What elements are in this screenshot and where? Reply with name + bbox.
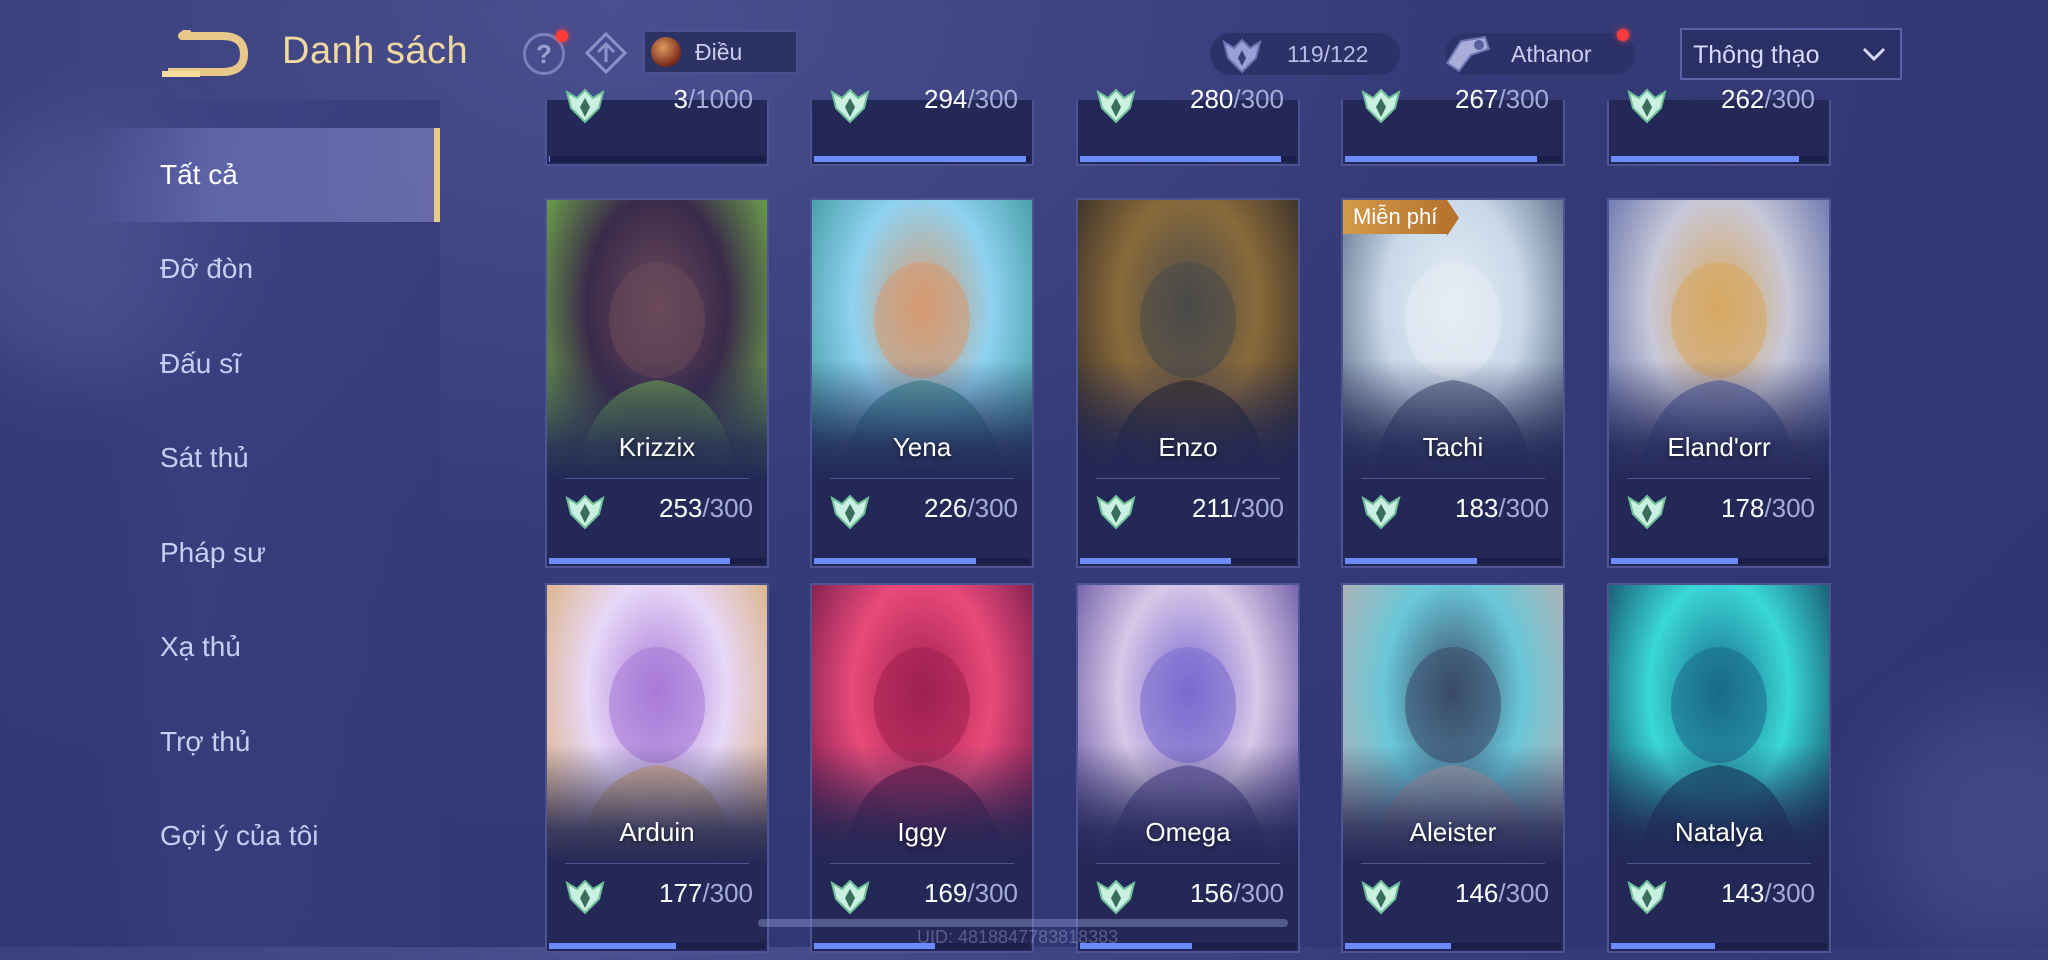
mastery-progress-bar xyxy=(1611,156,1827,162)
mastery-progress-bar xyxy=(814,558,1030,564)
divider xyxy=(565,863,749,864)
hero-card[interactable]: Krizzix 253/300 xyxy=(545,198,769,568)
mastery-icon xyxy=(1625,86,1669,129)
divider xyxy=(830,863,1014,864)
category-tank[interactable]: Đỡ đòn xyxy=(95,222,440,316)
category-recommended[interactable]: Gợi ý của tôi xyxy=(95,789,440,883)
divider xyxy=(1096,478,1280,479)
hero-card[interactable]: Yena 226/300 xyxy=(810,198,1034,568)
divider xyxy=(1361,863,1545,864)
free-badge: Miễn phí xyxy=(1343,200,1460,236)
hero-card-partial[interactable]: 3/1000 xyxy=(545,84,769,166)
mastery-icon xyxy=(1359,877,1403,920)
hero-card[interactable]: Iggy 169/300 xyxy=(810,583,1034,953)
hero-name: Enzo xyxy=(1158,432,1218,462)
mastery-icon xyxy=(563,86,607,129)
category-sidebar: Tất cả Đỡ đòn Đấu sĩ Sát thủ Pháp sư Xạ … xyxy=(95,100,440,947)
mastery-progress-bar xyxy=(1080,156,1296,162)
hero-name: Krizzix xyxy=(618,432,696,462)
hero-card-partial[interactable]: 267/300 xyxy=(1341,84,1565,166)
divider xyxy=(1627,863,1811,864)
back-button[interactable] xyxy=(160,26,248,80)
mastery-icon xyxy=(1094,492,1138,535)
mastery-progress-bar xyxy=(549,943,765,949)
category-all[interactable]: Tất cả xyxy=(95,128,440,222)
hero-name: Yena xyxy=(892,432,952,462)
mastery-progress-bar xyxy=(1080,943,1296,949)
mastery-progress-bar xyxy=(1611,943,1827,949)
mastery-icon xyxy=(828,877,872,920)
mastery-icon xyxy=(1094,877,1138,920)
mastery-icon xyxy=(828,86,872,129)
hero-name: Iggy xyxy=(897,817,947,847)
mastery-score: 146/300 xyxy=(1455,878,1549,908)
mastery-progress-bar xyxy=(549,156,765,162)
mastery-score: 253/300 xyxy=(659,493,753,523)
mastery-score: 177/300 xyxy=(659,878,753,908)
hero-name: Natalya xyxy=(1674,817,1764,847)
hero-card-partial[interactable]: 294/300 xyxy=(810,84,1034,166)
mastery-icon xyxy=(1359,492,1403,535)
page-title: Danh sách xyxy=(282,30,469,72)
hero-card[interactable]: Eland'orr 178/300 xyxy=(1607,198,1831,568)
mastery-score: 156/300 xyxy=(1190,878,1284,908)
divider xyxy=(565,478,749,479)
hero-card[interactable]: Arduin 177/300 xyxy=(545,583,769,953)
category-assassin[interactable]: Sát thủ xyxy=(95,411,440,505)
hero-card[interactable]: Omega 156/300 xyxy=(1076,583,1300,953)
hero-name: Arduin xyxy=(619,817,695,847)
category-marksman[interactable]: Xạ thủ xyxy=(95,600,440,694)
mastery-progress-bar xyxy=(1345,558,1561,564)
back-arrow-icon xyxy=(162,26,248,77)
mastery-score: 3/1000 xyxy=(673,84,753,114)
mastery-score: 280/300 xyxy=(1190,84,1284,114)
mastery-icon xyxy=(1625,877,1669,920)
mastery-score: 143/300 xyxy=(1721,878,1815,908)
mastery-score: 211/300 xyxy=(1191,493,1284,523)
scrollbar[interactable] xyxy=(758,919,1288,927)
mastery-progress-bar xyxy=(1611,558,1827,564)
mastery-icon xyxy=(1094,86,1138,129)
mastery-score: 178/300 xyxy=(1721,493,1815,523)
mastery-icon xyxy=(1625,492,1669,535)
hero-name: Aleister xyxy=(1409,817,1497,847)
hero-card[interactable]: Miễn phí Tachi 183/300 xyxy=(1341,198,1565,568)
mastery-score: 294/300 xyxy=(924,84,1018,114)
hero-card-partial[interactable]: 262/300 xyxy=(1607,84,1831,166)
mastery-progress-bar xyxy=(549,558,765,564)
mastery-progress-bar xyxy=(814,156,1030,162)
divider xyxy=(1361,478,1545,479)
category-fighter[interactable]: Đấu sĩ xyxy=(95,317,440,411)
mastery-icon xyxy=(563,877,607,920)
mastery-progress-bar xyxy=(814,943,1030,949)
mastery-icon xyxy=(563,492,607,535)
hero-name: Omega xyxy=(1145,817,1231,847)
mastery-score: 226/300 xyxy=(924,493,1018,523)
divider xyxy=(830,478,1014,479)
divider xyxy=(1627,478,1811,479)
hero-card-partial[interactable]: 280/300 xyxy=(1076,84,1300,166)
mastery-icon xyxy=(828,492,872,535)
hero-name: Eland'orr xyxy=(1667,432,1771,462)
hero-name: Tachi xyxy=(1422,432,1484,462)
category-support[interactable]: Trợ thủ xyxy=(95,695,440,789)
mastery-icon xyxy=(1359,86,1403,129)
mastery-progress-bar xyxy=(1080,558,1296,564)
mastery-score: 267/300 xyxy=(1455,84,1549,114)
category-mage[interactable]: Pháp sư xyxy=(95,506,440,600)
hero-grid: 3/1000 294/300 280/300 267/300 262/300 Krizz… xyxy=(545,0,1835,953)
divider xyxy=(1096,863,1280,864)
hero-card[interactable]: Enzo 211/300 xyxy=(1076,198,1300,568)
chevron-down-icon xyxy=(1862,47,1886,62)
mastery-score: 183/300 xyxy=(1455,493,1549,523)
mastery-score: 262/300 xyxy=(1721,84,1815,114)
mastery-score: 169/300 xyxy=(924,878,1018,908)
mastery-progress-bar xyxy=(1345,943,1561,949)
hero-card[interactable]: Natalya 143/300 xyxy=(1607,583,1831,953)
mastery-progress-bar xyxy=(1345,156,1561,162)
hero-card[interactable]: Aleister 146/300 xyxy=(1341,583,1565,953)
